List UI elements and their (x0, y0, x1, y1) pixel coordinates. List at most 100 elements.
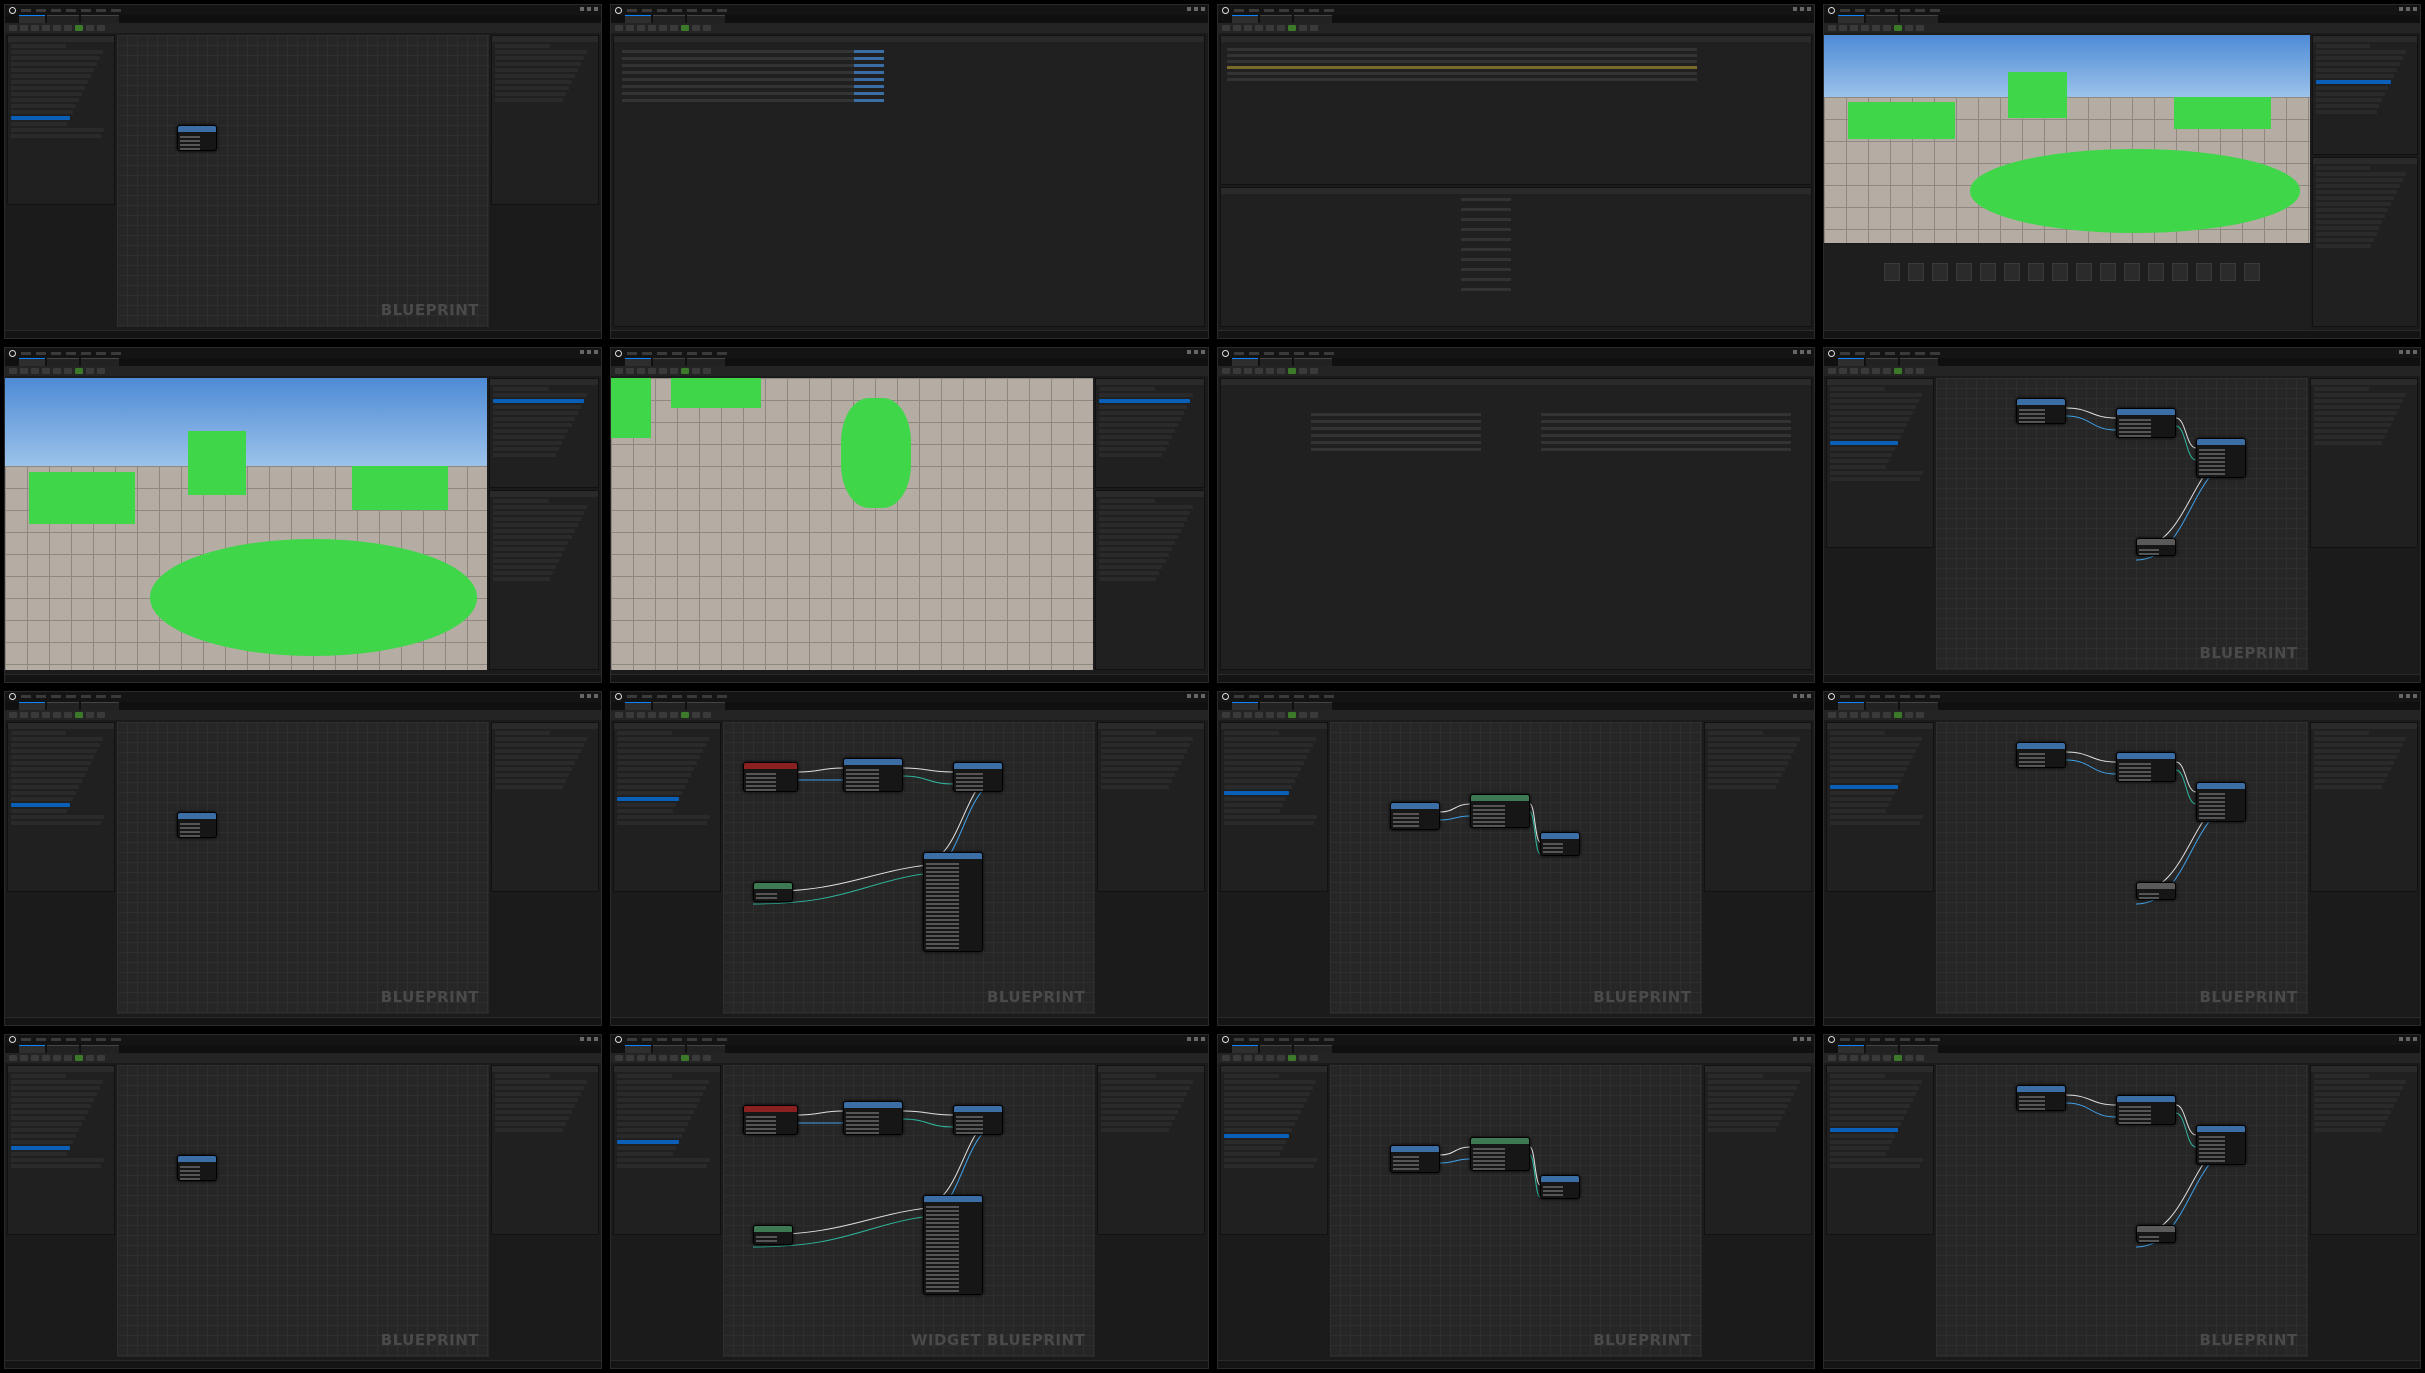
tree-row[interactable] (1707, 760, 1788, 765)
asset-thumbnail[interactable] (2051, 263, 2068, 281)
tree-row[interactable] (617, 1097, 701, 1102)
tree-row[interactable] (1223, 760, 1304, 765)
document-tab[interactable] (81, 15, 119, 23)
node-pin[interactable] (756, 1235, 777, 1238)
row-value[interactable] (854, 71, 885, 74)
toolbar-button[interactable] (648, 368, 657, 375)
tree-row[interactable] (11, 1085, 100, 1090)
graph-node[interactable] (843, 757, 904, 792)
tree-row[interactable] (2315, 166, 2370, 170)
node-pin[interactable] (2198, 1159, 2226, 1162)
row-value[interactable] (854, 85, 885, 88)
toolbar-button[interactable] (1276, 368, 1285, 375)
node-pin[interactable] (2118, 423, 2152, 426)
tree-row[interactable] (2315, 214, 2386, 218)
tree-row[interactable] (493, 441, 563, 446)
graph-node[interactable] (2135, 1224, 2176, 1243)
toolbar-button[interactable] (1882, 1054, 1891, 1061)
tree-row[interactable] (617, 772, 692, 777)
tree-row[interactable] (11, 122, 67, 126)
node-pin[interactable] (1392, 812, 1419, 815)
window-button[interactable] (587, 350, 592, 355)
menu-item[interactable] (1278, 8, 1289, 12)
tree-row[interactable] (493, 417, 575, 422)
tree-row[interactable] (1829, 1079, 1922, 1084)
toolbar-button[interactable] (1849, 711, 1858, 718)
tree-row[interactable] (1099, 387, 1156, 392)
tree-row[interactable] (617, 802, 677, 807)
node-pin[interactable] (2198, 473, 2226, 476)
menu-item[interactable] (717, 8, 728, 12)
green-mesh[interactable] (2008, 72, 2067, 119)
toolbar-button[interactable] (31, 25, 39, 31)
play-icon[interactable] (1893, 25, 1902, 31)
tree-row[interactable] (1223, 1133, 1289, 1138)
menu-item[interactable] (1929, 351, 1940, 355)
node-pin[interactable] (746, 1119, 776, 1122)
window-button[interactable] (1200, 350, 1205, 355)
graph-node[interactable] (1469, 793, 1530, 828)
tree-row[interactable] (495, 748, 581, 753)
tree-row[interactable] (1223, 1121, 1295, 1126)
node-pin[interactable] (2198, 457, 2226, 460)
tree-row[interactable] (1707, 1097, 1791, 1102)
node-pin[interactable] (1472, 1147, 1505, 1150)
node-pin[interactable] (2118, 766, 2152, 769)
unreal-logo-icon[interactable] (9, 1036, 16, 1044)
graph-node[interactable] (2015, 398, 2066, 425)
tree-row[interactable] (1829, 435, 1901, 440)
node-pin[interactable] (180, 1169, 201, 1172)
document-tab[interactable] (1899, 358, 1938, 367)
menu-item[interactable] (672, 8, 683, 12)
row-value[interactable] (854, 78, 885, 81)
menu-item[interactable] (1323, 351, 1334, 355)
window-button[interactable] (1806, 693, 1811, 698)
node-pin[interactable] (180, 822, 201, 825)
menu-item[interactable] (1233, 1038, 1244, 1042)
node-pin[interactable] (1472, 1167, 1505, 1170)
toolbar-button[interactable] (1265, 711, 1274, 718)
member-type[interactable] (1540, 427, 1791, 431)
tree-row[interactable] (617, 1121, 689, 1126)
tree-row[interactable] (1829, 1085, 1919, 1090)
node-pin[interactable] (2018, 760, 2046, 763)
node-pin[interactable] (926, 866, 959, 869)
tree-row[interactable] (1707, 1115, 1782, 1120)
document-tab[interactable] (1865, 15, 1898, 23)
tree-row[interactable] (11, 736, 103, 741)
row-value[interactable] (854, 99, 885, 102)
tree-row[interactable] (495, 778, 566, 783)
node-pin[interactable] (1472, 820, 1505, 823)
node-pin[interactable] (926, 906, 959, 909)
asset-thumbnail[interactable] (1883, 263, 1900, 281)
tree-row[interactable] (2315, 232, 2377, 236)
graph-canvas[interactable]: BLUEPRINT (1935, 1064, 2308, 1357)
tree-row[interactable] (1099, 541, 1175, 546)
node-pin[interactable] (2118, 1113, 2152, 1116)
node-pin[interactable] (746, 788, 776, 791)
node-pin[interactable] (926, 1253, 959, 1256)
tree-row[interactable] (1829, 1145, 1889, 1150)
graph-canvas[interactable]: BLUEPRINT (1935, 721, 2308, 1014)
menu-item[interactable] (1929, 1038, 1940, 1042)
node-pin[interactable] (956, 776, 983, 779)
document-tab[interactable] (47, 701, 79, 710)
toolbar-button[interactable] (1871, 1054, 1880, 1061)
window-button[interactable] (2406, 350, 2410, 355)
tree-row[interactable] (1101, 1109, 1179, 1114)
node-pin[interactable] (956, 1131, 983, 1134)
node-pin[interactable] (2198, 461, 2226, 464)
toolbar-button[interactable] (1827, 368, 1836, 375)
tree-row[interactable] (11, 62, 97, 66)
menu-item[interactable] (66, 695, 76, 698)
tree-row[interactable] (493, 559, 560, 564)
window-button[interactable] (1792, 7, 1797, 11)
toolbar-button[interactable] (1904, 1054, 1913, 1061)
toolbar-button[interactable] (1838, 1054, 1847, 1061)
node-pin[interactable] (846, 1115, 879, 1118)
toolbar-button[interactable] (692, 368, 701, 375)
tree-row[interactable] (617, 820, 708, 825)
tree-row[interactable] (495, 56, 584, 60)
tree-row[interactable] (11, 754, 94, 759)
menu-item[interactable] (1839, 1038, 1850, 1042)
